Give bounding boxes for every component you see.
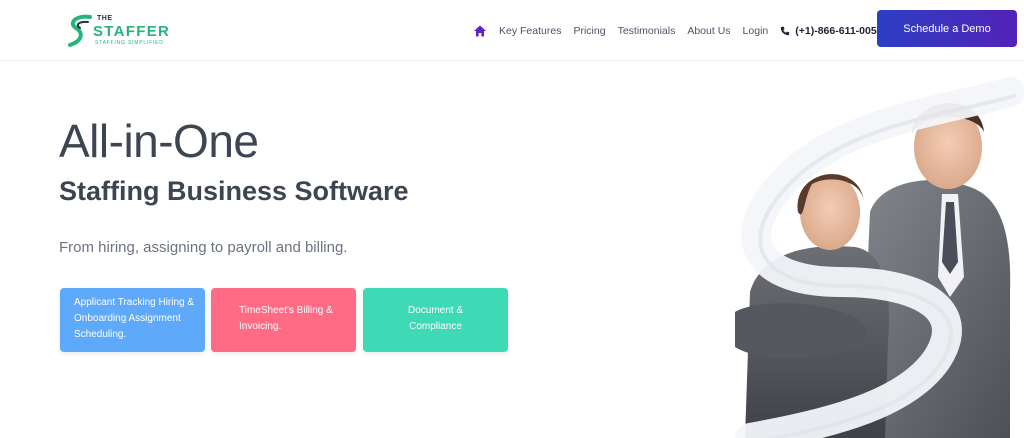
business-people-illustration [680,62,1024,438]
feature-card-timesheets-billing[interactable]: TimeSheet's Billing & Invoicing. [211,288,356,352]
card-text-line: Scheduling. [74,329,127,340]
home-icon[interactable] [473,24,487,38]
card-text-line: Applicant Tracking Hiring & [74,297,195,308]
nav-link-about-us[interactable]: About Us [687,25,730,37]
schedule-demo-button[interactable]: Schedule a Demo [877,10,1017,47]
feature-card-applicant-tracking[interactable]: Applicant Tracking Hiring & Onboarding A… [60,288,205,352]
nav-link-login[interactable]: Login [743,25,769,37]
phone-link[interactable]: (+1)-866-611-0053 [780,25,883,37]
logo-tagline-text: STAFFING SIMPLIFIED [95,40,164,46]
card-text-line: Document & [407,305,464,316]
hero-tagline: From hiring, assigning to payroll and bi… [59,239,348,256]
card-text-line: TimeSheet's Billing & [239,305,333,316]
logo-name-text: STAFFER [93,23,171,40]
hero-title: All-in-One [59,115,259,167]
phone-number: (+1)-866-611-0053 [795,25,883,37]
nav-link-pricing[interactable]: Pricing [573,25,605,37]
card-text-line: Compliance [409,321,462,332]
phone-icon [780,26,790,36]
logo-s-mark-icon [68,14,92,47]
nav-link-testimonials[interactable]: Testimonials [618,25,676,37]
nav-link-key-features[interactable]: Key Features [499,25,561,37]
card-text-line: Onboarding Assignment [74,313,181,324]
main-navigation: Key Features Pricing Testimonials About … [473,22,883,40]
the-staffer-logo[interactable]: THE STAFFER STAFFING SIMPLIFIED [66,13,176,49]
top-navbar: THE STAFFER STAFFING SIMPLIFIED Key Feat… [0,0,1024,61]
feature-card-document-compliance[interactable]: Document & Compliance [363,288,508,352]
hero-subtitle: Staffing Business Software [59,176,409,206]
logo-the-text: THE [97,15,113,22]
card-text-line: Invoicing. [239,321,282,332]
hero-image [680,62,1024,438]
